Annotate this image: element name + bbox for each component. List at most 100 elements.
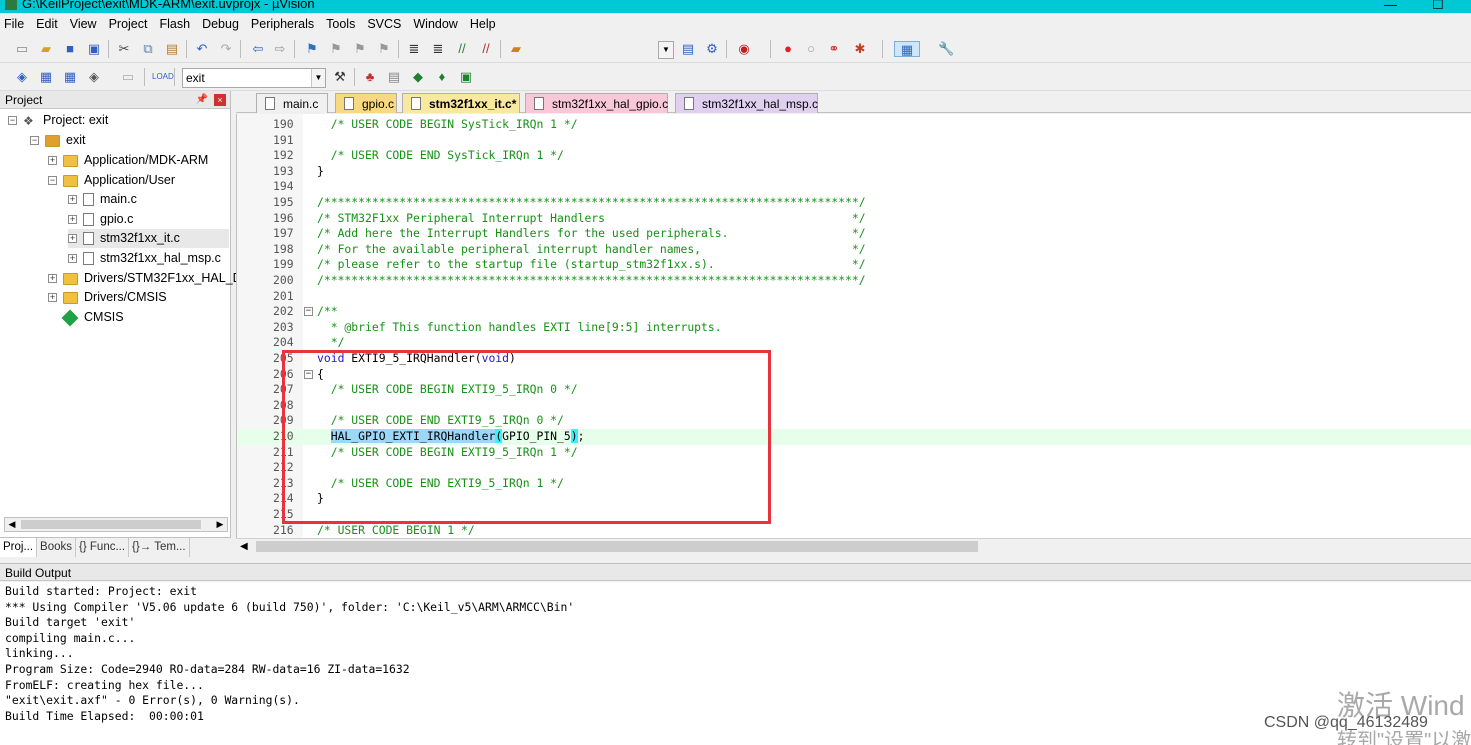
- manage-project-icon[interactable]: ♣: [362, 69, 378, 85]
- chevron-down-icon[interactable]: ▼: [311, 69, 325, 87]
- menu-flash[interactable]: Flash: [159, 17, 190, 31]
- manage-rte-icon[interactable]: ◆: [410, 69, 426, 85]
- build-output[interactable]: Build started: Project: exit *** Using C…: [0, 582, 1471, 745]
- stop-build-icon[interactable]: ▭: [120, 69, 136, 85]
- open-file-icon[interactable]: ▰: [38, 41, 54, 57]
- tab-stm32f1xx-hal-msp-c[interactable]: stm32f1xx_hal_msp.c: [675, 93, 818, 113]
- translate-icon[interactable]: ◈: [14, 69, 30, 85]
- uncomment-icon[interactable]: //: [478, 41, 494, 57]
- menu-peripherals[interactable]: Peripherals: [251, 17, 314, 31]
- menu-file[interactable]: File: [4, 17, 24, 31]
- tree-file-msp[interactable]: + stm32f1xx_hal_msp.c: [68, 249, 221, 268]
- fold-icon[interactable]: −: [304, 307, 313, 317]
- expand-icon[interactable]: +: [48, 274, 57, 283]
- copy-icon[interactable]: ⧉: [140, 41, 156, 57]
- rebuild-icon[interactable]: ▦: [62, 69, 78, 85]
- tree-group-drivers-cmsis[interactable]: + Drivers/CMSIS: [48, 288, 167, 307]
- scroll-thumb[interactable]: [256, 541, 978, 552]
- collapse-icon[interactable]: −: [48, 176, 57, 185]
- pin-icon[interactable]: 📌: [196, 91, 208, 109]
- select-packs-icon[interactable]: ▤: [386, 69, 402, 85]
- tab-project[interactable]: Proj...: [0, 538, 38, 557]
- clear-bookmarks-icon[interactable]: ⚑: [376, 41, 392, 57]
- close-icon[interactable]: ×: [214, 94, 226, 106]
- unindent-icon[interactable]: ≣: [430, 41, 446, 57]
- minimize-icon[interactable]: —: [1384, 0, 1397, 12]
- next-bookmark-icon[interactable]: ⚑: [352, 41, 368, 57]
- paste-icon[interactable]: ▤: [164, 41, 180, 57]
- menu-project[interactable]: Project: [109, 17, 148, 31]
- pack-installer-icon[interactable]: ♦: [434, 69, 450, 85]
- tab-stm32f1xx-it-c[interactable]: stm32f1xx_it.c*: [402, 93, 520, 113]
- nav-back-icon[interactable]: ⇦: [250, 41, 266, 57]
- disable-breakpoint-icon[interactable]: ○: [803, 41, 819, 57]
- menu-tools[interactable]: Tools: [326, 17, 355, 31]
- comment-icon[interactable]: //: [454, 41, 470, 57]
- editor-hscrollbar[interactable]: ◀: [236, 538, 1471, 554]
- expand-icon[interactable]: +: [68, 195, 77, 204]
- save-all-icon[interactable]: ▣: [86, 41, 102, 57]
- tree-project-root[interactable]: − ❖ Project: exit: [8, 111, 108, 130]
- build-icon[interactable]: ▦: [38, 69, 54, 85]
- collapse-icon[interactable]: −: [30, 136, 39, 145]
- tree-file-gpio[interactable]: + gpio.c: [68, 210, 133, 229]
- menu-view[interactable]: View: [70, 17, 97, 31]
- expand-icon[interactable]: +: [48, 156, 57, 165]
- tab-main-c[interactable]: main.c: [256, 93, 328, 113]
- tab-functions[interactable]: {} Func...: [76, 538, 130, 557]
- scroll-left-icon[interactable]: ◀: [5, 518, 19, 531]
- line-number: 196: [273, 210, 294, 225]
- batch-build-icon[interactable]: ◈: [86, 69, 102, 85]
- window-layout-icon[interactable]: ▦: [894, 41, 920, 57]
- tree-group-drivers-hal[interactable]: + Drivers/STM32F1xx_HAL_Dr: [48, 269, 246, 288]
- redo-icon[interactable]: ↷: [218, 41, 234, 57]
- prev-bookmark-icon[interactable]: ⚑: [328, 41, 344, 57]
- incremental-find-icon[interactable]: ⚙: [704, 41, 720, 57]
- undo-icon[interactable]: ↶: [194, 41, 210, 57]
- breakpoint-icon[interactable]: ●: [780, 41, 796, 57]
- find-icon[interactable]: ▤: [680, 41, 696, 57]
- expand-icon[interactable]: +: [68, 254, 77, 263]
- maximize-icon[interactable]: ☐: [1432, 0, 1444, 13]
- menu-edit[interactable]: Edit: [36, 17, 58, 31]
- bookmark-icon[interactable]: ⚑: [304, 41, 320, 57]
- target-options-icon[interactable]: ⚒: [332, 69, 348, 85]
- indent-icon[interactable]: ≣: [406, 41, 422, 57]
- debug-session-icon[interactable]: ◉: [736, 41, 752, 57]
- nav-forward-icon[interactable]: ⇨: [272, 41, 288, 57]
- tab-stm32f1xx-hal-gpio-c[interactable]: stm32f1xx_hal_gpio.c: [525, 93, 668, 113]
- tree-cmsis[interactable]: CMSIS: [61, 308, 124, 327]
- scroll-thumb[interactable]: [21, 520, 201, 529]
- tree-group-user[interactable]: − Application/User: [48, 171, 175, 190]
- menu-window[interactable]: Window: [413, 17, 457, 31]
- tab-books[interactable]: Books: [37, 538, 77, 557]
- tree-file-it[interactable]: + stm32f1xx_it.c: [68, 229, 229, 248]
- tree-file-main[interactable]: + main.c: [68, 190, 137, 209]
- disable-all-breakpoints-icon[interactable]: ⚭: [826, 41, 842, 57]
- find-combo-dropdown[interactable]: ▼: [658, 41, 674, 59]
- expand-icon[interactable]: +: [48, 293, 57, 302]
- tree-target-exit[interactable]: − exit: [30, 131, 85, 150]
- new-file-icon[interactable]: ▭: [14, 41, 30, 57]
- configure-icon[interactable]: 🔧: [938, 41, 954, 57]
- menu-svcs[interactable]: SVCS: [367, 17, 401, 31]
- tab-templates[interactable]: {}→ Tem...: [129, 538, 190, 557]
- line-number: 192: [273, 148, 294, 163]
- kill-breakpoints-icon[interactable]: ✱: [852, 41, 868, 57]
- scroll-right-icon[interactable]: ▶: [213, 518, 227, 531]
- event-recorder-icon[interactable]: ▣: [458, 69, 474, 85]
- save-icon[interactable]: ■: [62, 41, 78, 57]
- collapse-icon[interactable]: −: [8, 116, 17, 125]
- tree-group-mdk-arm[interactable]: + Application/MDK-ARM: [48, 151, 208, 170]
- target-select[interactable]: exit ▼: [182, 68, 326, 88]
- project-hscrollbar[interactable]: ◀ ▶: [4, 517, 228, 532]
- expand-icon[interactable]: +: [68, 234, 77, 243]
- expand-icon[interactable]: +: [68, 215, 77, 224]
- scroll-left-icon[interactable]: ◀: [240, 539, 248, 555]
- cut-icon[interactable]: ✂: [116, 41, 132, 57]
- menu-help[interactable]: Help: [470, 17, 496, 31]
- find-in-files-icon[interactable]: ▰: [508, 41, 524, 57]
- menu-debug[interactable]: Debug: [202, 17, 239, 31]
- download-icon[interactable]: LOAD: [152, 69, 174, 85]
- tab-gpio-c[interactable]: gpio.c: [335, 93, 397, 113]
